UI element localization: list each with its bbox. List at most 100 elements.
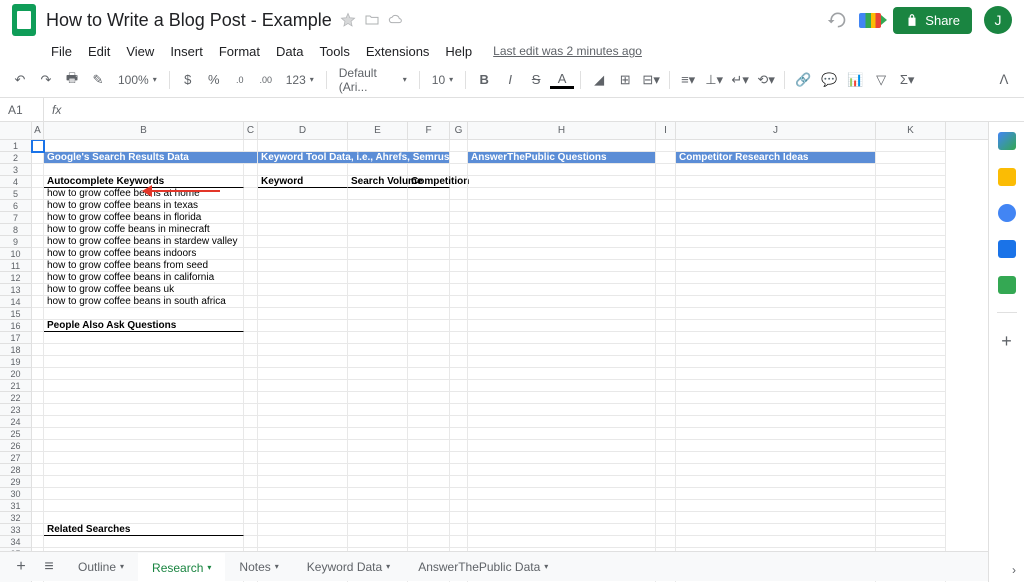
cell-C9[interactable]: [244, 236, 258, 248]
cell-E1[interactable]: [348, 140, 408, 152]
cell-H29[interactable]: [468, 476, 656, 488]
cell-H18[interactable]: [468, 344, 656, 356]
cell-K31[interactable]: [876, 500, 946, 512]
cell-J9[interactable]: [676, 236, 876, 248]
cell-D33[interactable]: [258, 524, 348, 536]
cell-D15[interactable]: [258, 308, 348, 320]
cell-B16[interactable]: People Also Ask Questions: [44, 320, 244, 332]
sheet-tab-outline[interactable]: Outline: [64, 553, 138, 581]
menu-data[interactable]: Data: [269, 42, 310, 61]
cell-K23[interactable]: [876, 404, 946, 416]
cell-C19[interactable]: [244, 356, 258, 368]
cell-D32[interactable]: [258, 512, 348, 524]
cell-K22[interactable]: [876, 392, 946, 404]
cell-H2[interactable]: AnswerThePublic Questions: [468, 152, 656, 164]
cell-I18[interactable]: [656, 344, 676, 356]
cell-A13[interactable]: [32, 284, 44, 296]
cell-A22[interactable]: [32, 392, 44, 404]
row-header-7[interactable]: 7: [0, 212, 31, 224]
cell-A11[interactable]: [32, 260, 44, 272]
cell-J11[interactable]: [676, 260, 876, 272]
cell-A14[interactable]: [32, 296, 44, 308]
cell-A27[interactable]: [32, 452, 44, 464]
cell-E32[interactable]: [348, 512, 408, 524]
cell-C11[interactable]: [244, 260, 258, 272]
add-sheet-button[interactable]: +: [8, 554, 34, 580]
cell-C5[interactable]: [244, 188, 258, 200]
cell-I25[interactable]: [656, 428, 676, 440]
cell-E25[interactable]: [348, 428, 408, 440]
cell-C28[interactable]: [244, 464, 258, 476]
cell-D11[interactable]: [258, 260, 348, 272]
cell-H32[interactable]: [468, 512, 656, 524]
all-sheets-button[interactable]: ≡: [36, 554, 62, 580]
row-header-4[interactable]: 4: [0, 176, 31, 188]
cell-F25[interactable]: [408, 428, 450, 440]
rotate-button[interactable]: ⟲▾: [754, 68, 778, 92]
cell-E30[interactable]: [348, 488, 408, 500]
cell-I11[interactable]: [656, 260, 676, 272]
cell-H11[interactable]: [468, 260, 656, 272]
cell-K26[interactable]: [876, 440, 946, 452]
cell-B26[interactable]: [44, 440, 244, 452]
cell-E31[interactable]: [348, 500, 408, 512]
cell-E29[interactable]: [348, 476, 408, 488]
sheet-tab-answerthepublic-data[interactable]: AnswerThePublic Data: [404, 553, 562, 581]
doc-title[interactable]: How to Write a Blog Post - Example: [46, 10, 332, 31]
cell-K20[interactable]: [876, 368, 946, 380]
row-header-10[interactable]: 10: [0, 248, 31, 260]
fill-color-button[interactable]: ◢: [587, 68, 611, 92]
cell-B7[interactable]: how to grow coffee beans in florida: [44, 212, 244, 224]
cell-E15[interactable]: [348, 308, 408, 320]
cell-J15[interactable]: [676, 308, 876, 320]
cell-H4[interactable]: [468, 176, 656, 188]
menu-help[interactable]: Help: [438, 42, 479, 61]
cell-H30[interactable]: [468, 488, 656, 500]
cell-K30[interactable]: [876, 488, 946, 500]
cell-G11[interactable]: [450, 260, 468, 272]
row-header-17[interactable]: 17: [0, 332, 31, 344]
cell-J33[interactable]: [676, 524, 876, 536]
cell-J14[interactable]: [676, 296, 876, 308]
cell-A21[interactable]: [32, 380, 44, 392]
row-header-20[interactable]: 20: [0, 368, 31, 380]
cell-G27[interactable]: [450, 452, 468, 464]
cell-H14[interactable]: [468, 296, 656, 308]
cell-C4[interactable]: [244, 176, 258, 188]
cell-B21[interactable]: [44, 380, 244, 392]
cell-F7[interactable]: [408, 212, 450, 224]
cell-D10[interactable]: [258, 248, 348, 260]
cell-I22[interactable]: [656, 392, 676, 404]
cell-G31[interactable]: [450, 500, 468, 512]
cell-G5[interactable]: [450, 188, 468, 200]
cell-J1[interactable]: [676, 140, 876, 152]
cell-C20[interactable]: [244, 368, 258, 380]
cell-I14[interactable]: [656, 296, 676, 308]
cell-F31[interactable]: [408, 500, 450, 512]
cell-F4[interactable]: Competition: [408, 176, 450, 188]
cell-A1[interactable]: [32, 140, 44, 152]
cell-A30[interactable]: [32, 488, 44, 500]
row-header-24[interactable]: 24: [0, 416, 31, 428]
cell-F21[interactable]: [408, 380, 450, 392]
halign-button[interactable]: ≡▾: [676, 68, 700, 92]
cell-B23[interactable]: [44, 404, 244, 416]
row-header-34[interactable]: 34: [0, 536, 31, 548]
cell-B17[interactable]: [44, 332, 244, 344]
col-header-F[interactable]: F: [408, 122, 450, 139]
contacts-icon[interactable]: [998, 240, 1016, 258]
cell-F23[interactable]: [408, 404, 450, 416]
cell-I9[interactable]: [656, 236, 676, 248]
formula-input[interactable]: [69, 103, 1024, 117]
cell-H27[interactable]: [468, 452, 656, 464]
meet-icon[interactable]: [859, 13, 881, 28]
filter-button[interactable]: ▽: [869, 68, 893, 92]
row-header-27[interactable]: 27: [0, 452, 31, 464]
cell-I23[interactable]: [656, 404, 676, 416]
cell-G17[interactable]: [450, 332, 468, 344]
cell-I8[interactable]: [656, 224, 676, 236]
cell-C34[interactable]: [244, 536, 258, 548]
cell-F8[interactable]: [408, 224, 450, 236]
cell-G26[interactable]: [450, 440, 468, 452]
sheet-tab-notes[interactable]: Notes: [225, 553, 292, 581]
